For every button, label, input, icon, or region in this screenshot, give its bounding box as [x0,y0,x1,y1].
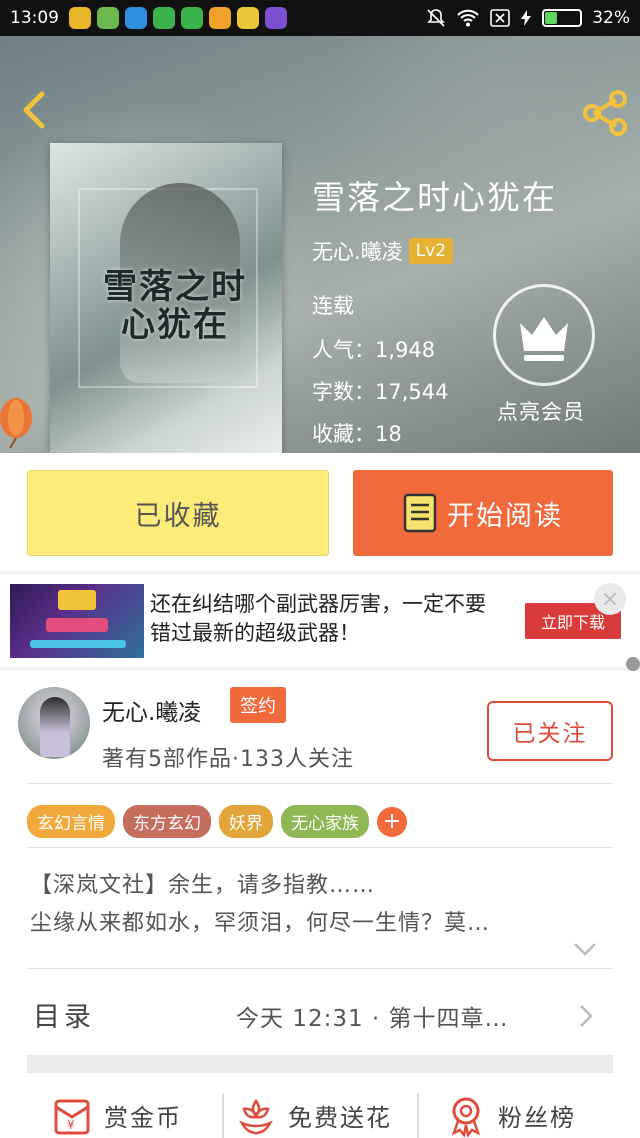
status-time: 13:09 [10,8,59,28]
toc-latest-chapter: 今天 12:31 · 第十四章… [236,1006,509,1032]
app-notification-icon [97,7,119,29]
book-popularity: 人气：1,948 [312,338,436,362]
tag-item[interactable]: 玄幻言情 [27,805,115,838]
tag-item[interactable]: 东方玄幻 [123,805,211,838]
flower-label: 免费送花 [288,1103,392,1132]
author-avatar[interactable] [18,687,90,759]
mute-icon [427,9,446,27]
app-notification-icon [265,7,287,29]
divider [417,1093,419,1138]
share-button[interactable] [580,88,630,138]
red-envelope-icon: ¥ [54,1099,90,1135]
chevron-right-icon [580,1005,593,1027]
author-section: 无心.曦凌 签约 著有5部作品·133人关注 已关注 玄幻言情 东方玄幻 妖界 … [0,671,640,1138]
cover-title: 雪落之时 心犹在 [103,267,247,345]
back-arrow-icon [23,91,45,129]
intro-line: 尘缘从来都如水，罕须泪，何尽一生情？莫… [30,911,491,936]
medal-icon [451,1097,481,1137]
app-notification-icon [181,7,203,29]
book-cover[interactable]: 雪落之时 心犹在 [50,143,282,453]
app-notification-icon [209,7,231,29]
bottom-action-bar: ¥ 赏金币 免费送花 粉丝榜 [0,1089,640,1138]
start-reading-button[interactable]: 开始阅读 [353,470,613,556]
reward-coins-button[interactable]: ¥ 赏金币 [50,1093,182,1137]
book-status: 连载 [312,294,354,318]
lantern-icon [0,398,32,448]
sim-icon [490,9,511,27]
book-collections: 收藏：18 [312,422,402,446]
app-notification-icon [153,7,175,29]
author-level-badge: Lv2 [408,238,454,264]
chevron-down-icon[interactable] [572,941,598,957]
ad-close-button[interactable]: × [594,583,626,615]
section-separator [27,1055,613,1073]
ad-text[interactable]: 还在纠结哪个副武器厉害，一定不要错过最新的超级武器！ [150,590,500,648]
share-icon [583,90,627,136]
action-bar: 已收藏 开始阅读 [0,453,640,571]
app-notification-icon [237,7,259,29]
start-reading-label: 开始阅读 [447,500,563,532]
divider [222,1093,224,1138]
tag-item[interactable]: 妖界 [219,805,273,838]
fans-rank-button[interactable]: 粉丝榜 [444,1093,576,1137]
svg-text:¥: ¥ [67,1118,77,1132]
divider [27,783,613,784]
book-author[interactable]: 无心.曦凌 [312,236,403,266]
app-notification-icon [69,7,91,29]
toc-label: 目录 [33,1002,95,1033]
book-intro[interactable]: 【深岚文社】余生，请多指教…… 尘缘从来都如水，罕须泪，何尽一生情？莫… [30,867,614,943]
follow-button[interactable]: 已关注 [487,701,613,761]
app-notification-icon [125,7,147,29]
add-tag-button[interactable]: + [377,806,407,837]
favorited-button[interactable]: 已收藏 [27,470,329,556]
flower-icon [239,1098,273,1135]
book-word-count: 字数：17,544 [312,380,449,404]
book-title: 雪落之时心犹在 [312,178,557,217]
table-of-contents-row[interactable]: 目录 今天 12:31 · 第十四章… [0,969,640,1059]
crown-icon [520,317,568,361]
charging-icon [521,10,532,26]
ad-banner[interactable]: 还在纠结哪个副武器厉害，一定不要错过最新的超级武器！ 立即下载 × [0,575,640,671]
author-stats: 著有5部作品·133人关注 [102,747,354,772]
tag-item[interactable]: 无心家族 [281,805,369,838]
ad-mark-icon [626,657,640,671]
ad-image[interactable] [10,584,144,658]
status-bar: 13:09 32% [0,0,640,36]
intro-line: 【深岚文社】余生，请多指教…… [30,873,376,898]
send-flower-button[interactable]: 免费送花 [234,1093,392,1137]
battery-percent: 32% [592,8,630,28]
book-header: 雪落之时 心犹在 雪落之时心犹在 无心.曦凌 Lv2 连载 人气：1,948 字… [0,36,640,453]
fans-rank-label: 粉丝榜 [498,1103,576,1132]
tag-list: 玄幻言情 东方玄幻 妖界 无心家族 + [27,805,407,838]
back-button[interactable] [14,88,58,132]
vip-button[interactable] [493,284,595,386]
book-icon [403,493,437,533]
divider [27,847,613,848]
author-name[interactable]: 无心.曦凌 [102,693,201,727]
battery-icon [542,9,583,27]
signed-badge: 签约 [230,687,286,723]
reward-label: 赏金币 [104,1103,182,1132]
wifi-icon [457,9,479,27]
vip-label[interactable]: 点亮会员 [497,396,585,426]
